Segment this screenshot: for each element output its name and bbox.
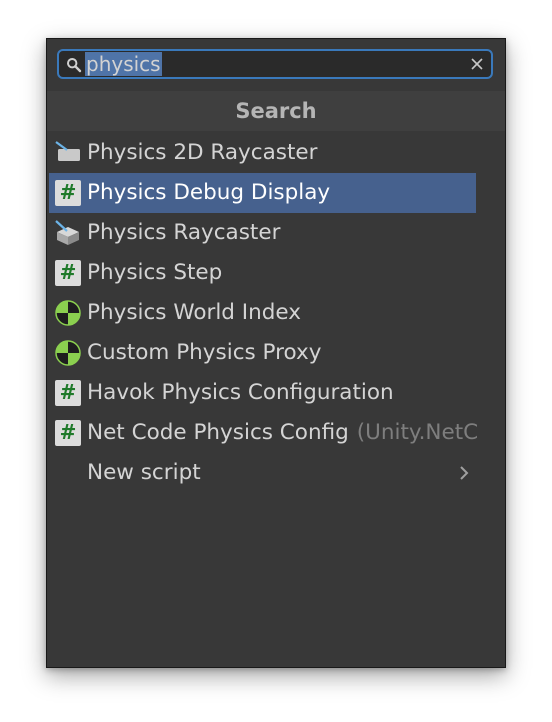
item-label: Physics 2D Raycaster: [87, 140, 318, 165]
script-hash-icon: #: [55, 420, 81, 446]
list-item[interactable]: # Physics Step: [47, 253, 505, 293]
result-list: Physics 2D Raycaster # Physics Debug Dis…: [47, 133, 505, 493]
search-field[interactable]: physics: [57, 49, 493, 79]
search-input[interactable]: physics: [85, 52, 162, 76]
new-script-label: New script: [87, 460, 201, 485]
popup-header: Search: [47, 91, 505, 131]
chevron-right-icon: [460, 466, 469, 480]
item-label: Physics Raycaster: [87, 220, 281, 245]
list-item[interactable]: Custom Physics Proxy: [47, 333, 505, 373]
script-hash-icon: #: [55, 380, 81, 406]
physics-component-icon: [55, 300, 81, 326]
item-label: Physics Step: [87, 260, 223, 285]
popup-panel: physics Search Physics 2D Raycaster # Ph…: [46, 38, 506, 668]
item-label: Net Code Physics Config (Unity.NetC: [87, 413, 478, 453]
script-hash-icon: #: [55, 260, 81, 286]
item-label: Physics Debug Display: [87, 180, 331, 205]
list-item[interactable]: Physics 2D Raycaster: [47, 133, 505, 173]
close-icon[interactable]: [470, 57, 484, 71]
physics-component-icon: [55, 340, 81, 366]
item-name: Net Code Physics Config: [87, 420, 349, 445]
item-namespace: (Unity.NetC: [356, 420, 479, 445]
search-icon: [67, 58, 82, 73]
list-item[interactable]: Physics Raycaster: [47, 213, 505, 253]
add-component-popup: physics Search Physics 2D Raycaster # Ph…: [46, 38, 506, 668]
script-hash-icon: #: [55, 180, 81, 206]
raycaster-2d-icon: [55, 141, 80, 161]
new-script-item[interactable]: New script: [47, 453, 505, 493]
raycaster-3d-icon: [55, 220, 79, 245]
item-label: Havok Physics Configuration: [87, 380, 394, 405]
list-item[interactable]: # Havok Physics Configuration: [47, 373, 505, 413]
list-item[interactable]: # Net Code Physics Config (Unity.NetC: [47, 413, 505, 453]
list-item[interactable]: Physics World Index: [47, 293, 505, 333]
item-label: Custom Physics Proxy: [87, 340, 322, 365]
item-label: Physics World Index: [87, 300, 301, 325]
list-item[interactable]: # Physics Debug Display: [47, 173, 505, 213]
